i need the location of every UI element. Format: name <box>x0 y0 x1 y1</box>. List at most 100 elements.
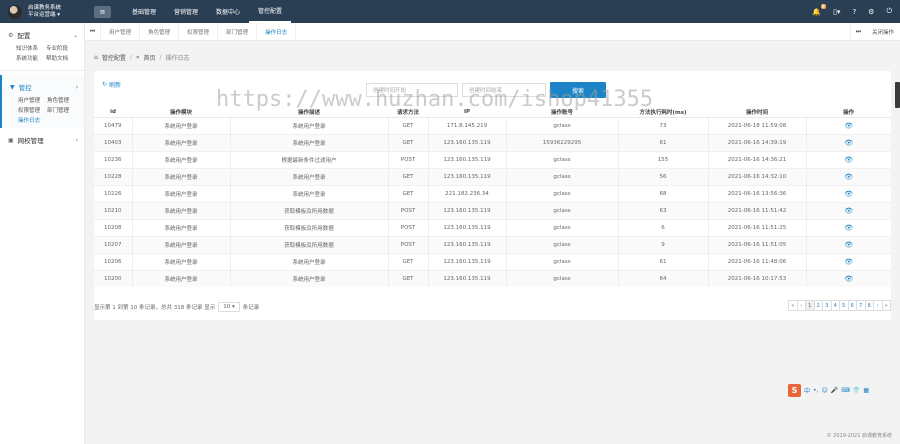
settings-icon[interactable]: ⚙ <box>868 8 874 16</box>
col-module[interactable]: 操作模块 <box>132 107 230 118</box>
sidebar-item-users[interactable]: 用户管理 <box>18 96 43 104</box>
sidebar-head-control[interactable]: ▼ 管控 › <box>2 81 84 93</box>
close-tabs-button[interactable]: 关闭操作 <box>866 28 900 36</box>
table-row[interactable]: 10210 系统用户登录 获取模板及所用数据 POST 123.160.135.119 g… <box>94 201 891 219</box>
start-date-input[interactable]: 创建时间开始 <box>366 83 458 97</box>
tab-scroll-left-button[interactable]: ⏮ <box>85 22 101 41</box>
col-description[interactable]: 操作描述 <box>230 107 388 118</box>
table-row[interactable]: 10207 系统用户登录 获取模板及所用数据 POST 123.160.135.119 g… <box>94 235 891 253</box>
sidebar-item-functions[interactable]: 系统功能 <box>16 54 42 62</box>
sidebar-section-control: ▼ 管控 › 用户管理 角色管理 权限管理 部门管理 操作日志 <box>0 75 84 128</box>
cell-module: 系统用户登录 <box>132 252 231 270</box>
sidebar-item-roles[interactable]: 角色管理 <box>47 96 72 104</box>
menu-toggle-button[interactable]: ≡ <box>94 5 111 18</box>
brand[interactable]: 启课教务系统 平台运营端 ▾ <box>0 0 85 23</box>
table-row[interactable]: 10200 系统用户登录 系统用户登录 GET 123.160.135.119 gclas… <box>94 269 891 287</box>
search-button[interactable]: 搜索 <box>550 82 606 98</box>
view-eye-icon[interactable]: 👁 <box>844 173 853 181</box>
breadcrumb-separator: / <box>129 54 132 61</box>
ime-mode-label[interactable]: 中 <box>804 386 810 395</box>
page-size-select[interactable]: 10 ▾ <box>218 302 240 312</box>
table-row[interactable]: 10226 系统用户登录 系统用户登录 GET 221.182.236.34 gclass… <box>94 184 891 202</box>
nav-basic[interactable]: 基础管理 <box>123 0 165 23</box>
cell-duration: 155 <box>618 150 709 168</box>
nav-marketing[interactable]: 营销管理 <box>165 0 207 23</box>
view-eye-icon[interactable]: 👁 <box>844 190 853 198</box>
cell-time: 2021-06-16 11:51:25 <box>708 218 807 236</box>
breadcrumb-root[interactable]: 管控配置 <box>102 53 126 62</box>
view-eye-icon[interactable]: 👁 <box>844 139 853 147</box>
col-duration[interactable]: 方法执行耗时(ms) <box>618 107 708 118</box>
cell-ip: 123.160.135.119 <box>428 167 507 185</box>
sidebar-item-knowledge[interactable]: 知识体系 <box>16 44 42 52</box>
table-row[interactable]: 10228 系统用户登录 系统用户登录 GET 123.160.135.119 gclas… <box>94 167 891 185</box>
pagination-info-prefix: 显示第 1 到第 10 条记录，总共 318 条记录 显示 <box>94 305 216 311</box>
end-date-input[interactable]: 创建时间结束 <box>462 83 546 97</box>
side-panel-handle[interactable] <box>895 82 900 108</box>
breadcrumb-home[interactable]: 首页 <box>144 53 156 62</box>
grid-icon[interactable]: ▦ <box>863 387 869 394</box>
nav-control-config[interactable]: 管控配置 <box>249 0 292 23</box>
cell-method: GET <box>388 133 429 151</box>
shirt-icon[interactable]: 👕 <box>853 387 860 394</box>
col-time[interactable]: 操作时间 <box>708 107 806 118</box>
avatar[interactable] <box>8 4 22 19</box>
cell-description: 系统用户登录 <box>230 269 389 287</box>
cell-method: POST <box>388 201 429 219</box>
view-eye-icon[interactable]: 👁 <box>844 207 853 215</box>
sidebar-item-help-docs[interactable]: 帮助文档 <box>46 54 72 62</box>
view-eye-icon[interactable]: 👁 <box>844 122 853 130</box>
gears-icon: ⚙ <box>8 31 14 39</box>
tab-roles[interactable]: 角色管理 <box>140 22 180 41</box>
col-id[interactable]: id <box>94 107 132 118</box>
tab-departments[interactable]: 部门管理 <box>218 22 258 41</box>
cell-id: 10226 <box>94 184 133 202</box>
cell-id: 10207 <box>94 235 133 253</box>
help-icon[interactable]: ? <box>852 8 856 16</box>
view-eye-icon[interactable]: 👁 <box>844 241 853 249</box>
emoji-icon[interactable]: ☺ <box>821 387 827 394</box>
nav-data-center[interactable]: 数据中心 <box>207 0 249 23</box>
view-eye-icon[interactable]: 👁 <box>844 224 853 232</box>
table-row[interactable]: 10479 系统用户登录 系统用户登录 GET 171.8.145.219 gclass 7… <box>94 116 891 134</box>
punctuation-icon[interactable]: •, <box>813 387 818 394</box>
top-nav: 基础管理 营销管理 数据中心 管控配置 <box>123 0 292 23</box>
cell-ip: 123.160.135.119 <box>428 269 507 287</box>
refresh-button[interactable]: ↻ 刷新 <box>102 80 121 89</box>
cell-action: 👁 <box>806 167 891 185</box>
sidebar-item-departments[interactable]: 部门管理 <box>47 106 72 114</box>
cell-module: 系统用户登录 <box>132 167 231 185</box>
col-ip[interactable]: IP <box>428 107 506 118</box>
sidebar-head-school[interactable]: ▣ 网校管理 ‹ <box>0 134 84 146</box>
tab-operation-log[interactable]: 操作日志 <box>257 22 297 41</box>
sidebar-item-permissions[interactable]: 权限管理 <box>18 106 43 114</box>
app-subtitle[interactable]: 平台运营端 ▾ <box>28 12 61 19</box>
cell-account: gclass <box>506 235 619 253</box>
sogou-icon[interactable]: S <box>788 384 801 397</box>
view-eye-icon[interactable]: 👁 <box>844 156 853 164</box>
view-eye-icon[interactable]: 👁 <box>844 275 853 283</box>
sidebar-item-operation-log[interactable]: 操作日志 <box>18 116 43 124</box>
tab-permissions[interactable]: 权限管理 <box>179 22 219 41</box>
col-account[interactable]: 操作账号 <box>506 107 618 118</box>
table-row[interactable]: 10403 系统用户登录 系统用户登录 GET 123.160.135.119 15936… <box>94 133 891 151</box>
table-row[interactable]: 10208 系统用户登录 获取模板及所用数据 POST 123.160.135.119 g… <box>94 218 891 236</box>
double-chevron-icon: « <box>135 54 140 61</box>
tab-users[interactable]: 用户管理 <box>101 22 141 41</box>
cell-time: 2021-06-16 14:36:21 <box>708 150 807 168</box>
cell-id: 10228 <box>94 167 133 185</box>
keyboard-icon[interactable]: ⌨ <box>841 387 850 394</box>
mobile-icon[interactable]: ▯▾ <box>833 8 840 16</box>
tab-scroll-right-button[interactable]: ⏭ <box>849 22 866 41</box>
view-eye-icon[interactable]: 👁 <box>844 258 853 266</box>
page-button[interactable]: » <box>881 300 891 311</box>
hamburger-icon: ≡ <box>99 7 106 16</box>
sidebar-item-stage[interactable]: 专业阶段 <box>46 44 72 52</box>
table-row[interactable]: 10236 系统用户登录 根据最新条件过滤用户 POST 123.160.135.119… <box>94 150 891 168</box>
microphone-icon[interactable]: 🎤 <box>831 387 838 394</box>
table-row[interactable]: 10206 系统用户登录 系统用户登录 GET 123.160.135.119 gclas… <box>94 252 891 270</box>
power-icon[interactable]: ⏻ <box>886 7 892 16</box>
bell-icon[interactable]: 🔔 8 <box>812 3 827 16</box>
col-method[interactable]: 请求方法 <box>388 107 428 118</box>
sidebar-head-config[interactable]: ⚙ 配置 ⌄ <box>0 29 84 41</box>
